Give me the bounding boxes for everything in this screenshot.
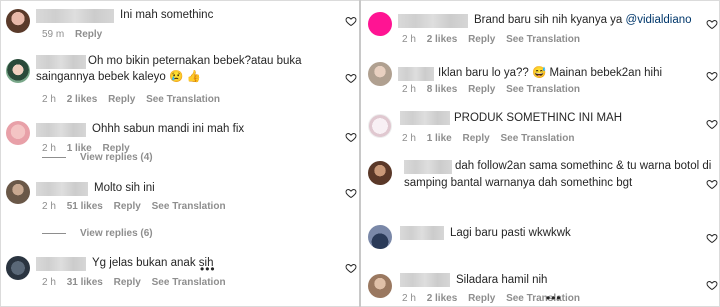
heart-icon[interactable] [706, 178, 718, 190]
comment-text: Brand baru sih nih kyanya ya @vidialdian… [474, 13, 692, 28]
username-redacted [398, 14, 468, 28]
comment-text-line1: dah follow2an sama somethinc & tu warna … [455, 160, 712, 172]
heart-icon[interactable] [345, 262, 357, 274]
replies-line [42, 156, 66, 158]
heart-icon[interactable] [345, 131, 357, 143]
username-redacted [36, 9, 114, 23]
likes-count[interactable]: 2 likes [427, 34, 458, 45]
reply-button[interactable]: Reply [114, 201, 141, 212]
comment-text-line1: Oh mo bikin peternakan bebek?atau buka [88, 55, 302, 67]
replies-line [42, 232, 66, 234]
comment-time: 2 h [402, 133, 416, 144]
comment-text: saingannya bebek kaleyo [36, 71, 166, 83]
see-translation-button[interactable]: See Translation [506, 84, 580, 95]
avatar[interactable] [6, 121, 30, 145]
avatar[interactable] [368, 62, 392, 86]
heart-icon[interactable] [345, 72, 357, 84]
reply-button[interactable]: Reply [75, 29, 102, 40]
username-redacted [398, 67, 434, 81]
comment-meta: 2 h 8 likes Reply See Translation [402, 84, 588, 95]
likes-count[interactable]: 2 likes [427, 293, 458, 304]
heart-icon[interactable] [706, 18, 718, 30]
comment-text: Yg jelas bukan anak sih [92, 257, 214, 269]
emoji: 😢 👍 [169, 71, 201, 83]
see-translation-button[interactable]: See Translation [146, 94, 220, 105]
comment-time: 2 h [402, 293, 416, 304]
view-replies-label: View replies (6) [80, 228, 153, 239]
see-translation-button[interactable]: See Translation [501, 133, 575, 144]
username-redacted [36, 123, 86, 137]
reply-button[interactable]: Reply [468, 84, 495, 95]
reply-button[interactable]: Reply [468, 293, 495, 304]
comment-text: Lagi baru pasti wkwkwk [450, 227, 571, 239]
avatar[interactable] [368, 12, 392, 36]
username-redacted [400, 273, 450, 287]
reply-button[interactable]: Reply [468, 34, 495, 45]
username-redacted [400, 226, 444, 240]
comment-text: Ini mah somethinc [120, 9, 214, 21]
likes-count[interactable]: 8 likes [427, 84, 458, 95]
comment-text: Ohhh sabun mandi ini mah fix [92, 123, 245, 135]
avatar[interactable] [6, 9, 30, 33]
heart-icon[interactable] [345, 15, 357, 27]
comment-time: 59 m [42, 29, 65, 40]
more-icon[interactable]: ••• [546, 291, 562, 305]
comment-text: Molto sih ini [94, 182, 155, 194]
likes-count[interactable]: 1 like [427, 133, 452, 144]
comment-text: Siladara hamil nih [456, 274, 548, 286]
avatar[interactable] [368, 225, 392, 249]
comment-body-2: Mainan bebek2an hihi [549, 67, 663, 79]
emoji: 😅 [532, 67, 547, 79]
mention-link[interactable]: @vidialdiano [626, 14, 692, 26]
view-replies-button[interactable]: View replies (4) [42, 152, 153, 163]
comment-text: Iklan baru lo ya?? 😅 Mainan bebek2an hih… [438, 66, 662, 81]
comment-time: 2 h [42, 94, 56, 105]
reply-button[interactable]: Reply [463, 133, 490, 144]
see-translation-button[interactable]: See Translation [152, 201, 226, 212]
see-translation-button[interactable]: See Translation [152, 277, 226, 288]
username-redacted [400, 111, 450, 125]
comment-meta: 2 h 2 likes Reply See Translation [402, 34, 588, 45]
username-redacted [36, 257, 86, 271]
avatar[interactable] [6, 256, 30, 280]
heart-icon[interactable] [706, 232, 718, 244]
heart-icon[interactable] [706, 118, 718, 130]
comment-meta: 2 h 51 likes Reply See Translation [42, 201, 234, 212]
comment-text: PRODUK SOMETHINC INI MAH [454, 112, 623, 124]
username-redacted [404, 160, 452, 174]
likes-count[interactable]: 31 likes [67, 277, 103, 288]
comment-time: 2 h [42, 277, 56, 288]
avatar[interactable] [6, 180, 30, 204]
heart-icon[interactable] [706, 279, 718, 291]
avatar[interactable] [6, 59, 30, 83]
username-redacted [36, 182, 88, 196]
comment-body: Brand baru sih nih kyanya ya [474, 14, 623, 26]
more-icon[interactable]: ••• [200, 262, 216, 276]
likes-count[interactable]: 2 likes [67, 94, 98, 105]
likes-count[interactable]: 51 likes [67, 201, 103, 212]
comment-meta: 59 m Reply [42, 29, 110, 40]
comment-body: Iklan baru lo ya?? [438, 67, 529, 79]
reply-button[interactable]: Reply [108, 94, 135, 105]
username-redacted [36, 55, 86, 69]
view-replies-label: View replies (4) [80, 152, 153, 163]
comment-meta: 2 h 31 likes Reply See Translation [42, 277, 234, 288]
comment-text-line2: saingannya bebek kaleyo 😢 👍 [36, 70, 201, 85]
heart-icon[interactable] [706, 70, 718, 82]
avatar[interactable] [368, 274, 392, 298]
see-translation-button[interactable]: See Translation [506, 293, 580, 304]
comment-time: 2 h [402, 84, 416, 95]
view-replies-button[interactable]: View replies (6) [42, 228, 153, 239]
reply-button[interactable]: Reply [114, 277, 141, 288]
comment-time: 2 h [402, 34, 416, 45]
see-translation-button[interactable]: See Translation [506, 34, 580, 45]
comment-time: 2 h [42, 201, 56, 212]
comment-meta: 2 h 2 likes Reply See Translation [42, 94, 228, 105]
comment-meta: 2 h 1 like Reply See Translation [402, 133, 582, 144]
avatar[interactable] [368, 161, 392, 185]
heart-icon[interactable] [345, 187, 357, 199]
comment-text-line2: samping bantal warnanya dah somethinc bg… [404, 177, 633, 189]
column-divider [359, 0, 361, 307]
avatar[interactable] [368, 114, 392, 138]
